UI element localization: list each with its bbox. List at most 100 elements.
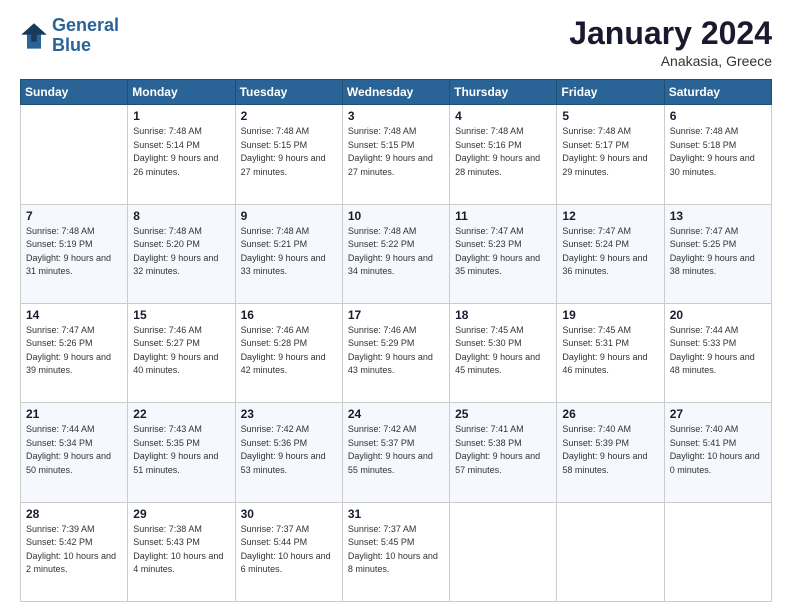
day-number: 29 [133, 507, 229, 521]
day-number: 4 [455, 109, 551, 123]
day-cell [664, 502, 771, 601]
day-cell: 14 Sunrise: 7:47 AMSunset: 5:26 PMDayligh… [21, 303, 128, 402]
day-number: 30 [241, 507, 337, 521]
column-header-monday: Monday [128, 80, 235, 105]
day-number: 21 [26, 407, 122, 421]
day-info: Sunrise: 7:47 AMSunset: 5:24 PMDaylight:… [562, 225, 658, 279]
day-number: 26 [562, 407, 658, 421]
day-cell [450, 502, 557, 601]
column-header-wednesday: Wednesday [342, 80, 449, 105]
day-cell: 2 Sunrise: 7:48 AMSunset: 5:15 PMDaylight… [235, 105, 342, 204]
day-cell: 11 Sunrise: 7:47 AMSunset: 5:23 PMDayligh… [450, 204, 557, 303]
day-number: 15 [133, 308, 229, 322]
day-info: Sunrise: 7:48 AMSunset: 5:22 PMDaylight:… [348, 225, 444, 279]
week-row-4: 21 Sunrise: 7:44 AMSunset: 5:34 PMDayligh… [21, 403, 772, 502]
day-cell: 9 Sunrise: 7:48 AMSunset: 5:21 PMDaylight… [235, 204, 342, 303]
day-info: Sunrise: 7:40 AMSunset: 5:39 PMDaylight:… [562, 423, 658, 477]
day-info: Sunrise: 7:48 AMSunset: 5:16 PMDaylight:… [455, 125, 551, 179]
column-header-tuesday: Tuesday [235, 80, 342, 105]
day-cell: 26 Sunrise: 7:40 AMSunset: 5:39 PMDayligh… [557, 403, 664, 502]
day-number: 2 [241, 109, 337, 123]
day-info: Sunrise: 7:48 AMSunset: 5:20 PMDaylight:… [133, 225, 229, 279]
day-info: Sunrise: 7:42 AMSunset: 5:37 PMDaylight:… [348, 423, 444, 477]
day-number: 31 [348, 507, 444, 521]
day-cell: 5Sunrise: 7:48 AMSunset: 5:17 PMDaylight… [557, 105, 664, 204]
day-number: 28 [26, 507, 122, 521]
day-cell [557, 502, 664, 601]
day-cell: 16Sunrise: 7:46 AMSunset: 5:28 PMDayligh… [235, 303, 342, 402]
logo-text: General Blue [52, 16, 119, 56]
day-cell [21, 105, 128, 204]
logo: General Blue [20, 16, 119, 56]
day-number: 7 [26, 209, 122, 223]
day-info: Sunrise: 7:45 AMSunset: 5:30 PMDaylight:… [455, 324, 551, 378]
day-info: Sunrise: 7:43 AMSunset: 5:35 PMDaylight:… [133, 423, 229, 477]
day-info: Sunrise: 7:48 AMSunset: 5:19 PMDaylight:… [26, 225, 122, 279]
day-number: 9 [241, 209, 337, 223]
day-info: Sunrise: 7:48 AMSunset: 5:17 PMDaylight:… [562, 125, 658, 179]
day-number: 6 [670, 109, 766, 123]
day-cell: 15 Sunrise: 7:46 AMSunset: 5:27 PMDayligh… [128, 303, 235, 402]
week-row-2: 7 Sunrise: 7:48 AMSunset: 5:19 PMDaylight… [21, 204, 772, 303]
day-cell: 12 Sunrise: 7:47 AMSunset: 5:24 PMDayligh… [557, 204, 664, 303]
day-info: Sunrise: 7:47 AMSunset: 5:26 PMDaylight:… [26, 324, 122, 378]
day-number: 14 [26, 308, 122, 322]
day-cell: 29 Sunrise: 7:38 AMSunset: 5:43 PMDayligh… [128, 502, 235, 601]
day-number: 8 [133, 209, 229, 223]
header: General Blue January 2024 Anakasia, Gree… [20, 16, 772, 69]
day-cell: 19Sunrise: 7:45 AMSunset: 5:31 PMDayligh… [557, 303, 664, 402]
day-cell: 7 Sunrise: 7:48 AMSunset: 5:19 PMDaylight… [21, 204, 128, 303]
day-number: 27 [670, 407, 766, 421]
day-cell: 1Sunrise: 7:48 AMSunset: 5:14 PMDaylight… [128, 105, 235, 204]
month-title: January 2024 [569, 16, 772, 51]
day-number: 13 [670, 209, 766, 223]
logo-line2: Blue [52, 36, 119, 56]
day-cell: 3Sunrise: 7:48 AMSunset: 5:15 PMDaylight… [342, 105, 449, 204]
day-info: Sunrise: 7:47 AMSunset: 5:23 PMDaylight:… [455, 225, 551, 279]
day-cell: 10Sunrise: 7:48 AMSunset: 5:22 PMDayligh… [342, 204, 449, 303]
day-cell: 22Sunrise: 7:43 AMSunset: 5:35 PMDayligh… [128, 403, 235, 502]
column-header-sunday: Sunday [21, 80, 128, 105]
day-info: Sunrise: 7:46 AMSunset: 5:29 PMDaylight:… [348, 324, 444, 378]
day-cell: 25 Sunrise: 7:41 AMSunset: 5:38 PMDayligh… [450, 403, 557, 502]
day-info: Sunrise: 7:46 AMSunset: 5:27 PMDaylight:… [133, 324, 229, 378]
day-info: Sunrise: 7:42 AMSunset: 5:36 PMDaylight:… [241, 423, 337, 477]
day-cell: 27 Sunrise: 7:40 AMSunset: 5:41 PMDayligh… [664, 403, 771, 502]
day-info: Sunrise: 7:44 AMSunset: 5:34 PMDaylight:… [26, 423, 122, 477]
day-info: Sunrise: 7:40 AMSunset: 5:41 PMDaylight:… [670, 423, 766, 477]
day-number: 23 [241, 407, 337, 421]
day-number: 24 [348, 407, 444, 421]
title-block: January 2024 Anakasia, Greece [569, 16, 772, 69]
day-info: Sunrise: 7:37 AMSunset: 5:44 PMDaylight:… [241, 523, 337, 577]
day-number: 19 [562, 308, 658, 322]
day-cell: 23 Sunrise: 7:42 AMSunset: 5:36 PMDayligh… [235, 403, 342, 502]
day-number: 12 [562, 209, 658, 223]
column-header-friday: Friday [557, 80, 664, 105]
day-cell: 17 Sunrise: 7:46 AMSunset: 5:29 PMDayligh… [342, 303, 449, 402]
day-number: 20 [670, 308, 766, 322]
day-info: Sunrise: 7:38 AMSunset: 5:43 PMDaylight:… [133, 523, 229, 577]
day-info: Sunrise: 7:48 AMSunset: 5:21 PMDaylight:… [241, 225, 337, 279]
location-subtitle: Anakasia, Greece [569, 53, 772, 69]
day-info: Sunrise: 7:44 AMSunset: 5:33 PMDaylight:… [670, 324, 766, 378]
day-cell: 28Sunrise: 7:39 AMSunset: 5:42 PMDayligh… [21, 502, 128, 601]
day-number: 3 [348, 109, 444, 123]
day-cell: 8 Sunrise: 7:48 AMSunset: 5:20 PMDaylight… [128, 204, 235, 303]
day-cell: 4 Sunrise: 7:48 AMSunset: 5:16 PMDaylight… [450, 105, 557, 204]
day-cell: 13Sunrise: 7:47 AMSunset: 5:25 PMDayligh… [664, 204, 771, 303]
week-row-3: 14 Sunrise: 7:47 AMSunset: 5:26 PMDayligh… [21, 303, 772, 402]
page: General Blue January 2024 Anakasia, Gree… [0, 0, 792, 612]
logo-icon [20, 22, 48, 50]
day-cell: 20 Sunrise: 7:44 AMSunset: 5:33 PMDayligh… [664, 303, 771, 402]
column-header-saturday: Saturday [664, 80, 771, 105]
day-info: Sunrise: 7:48 AMSunset: 5:15 PMDaylight:… [241, 125, 337, 179]
day-number: 11 [455, 209, 551, 223]
day-info: Sunrise: 7:48 AMSunset: 5:14 PMDaylight:… [133, 125, 229, 179]
week-row-1: 1Sunrise: 7:48 AMSunset: 5:14 PMDaylight… [21, 105, 772, 204]
day-info: Sunrise: 7:41 AMSunset: 5:38 PMDaylight:… [455, 423, 551, 477]
day-number: 17 [348, 308, 444, 322]
day-number: 18 [455, 308, 551, 322]
day-number: 25 [455, 407, 551, 421]
day-cell: 21 Sunrise: 7:44 AMSunset: 5:34 PMDayligh… [21, 403, 128, 502]
day-number: 16 [241, 308, 337, 322]
